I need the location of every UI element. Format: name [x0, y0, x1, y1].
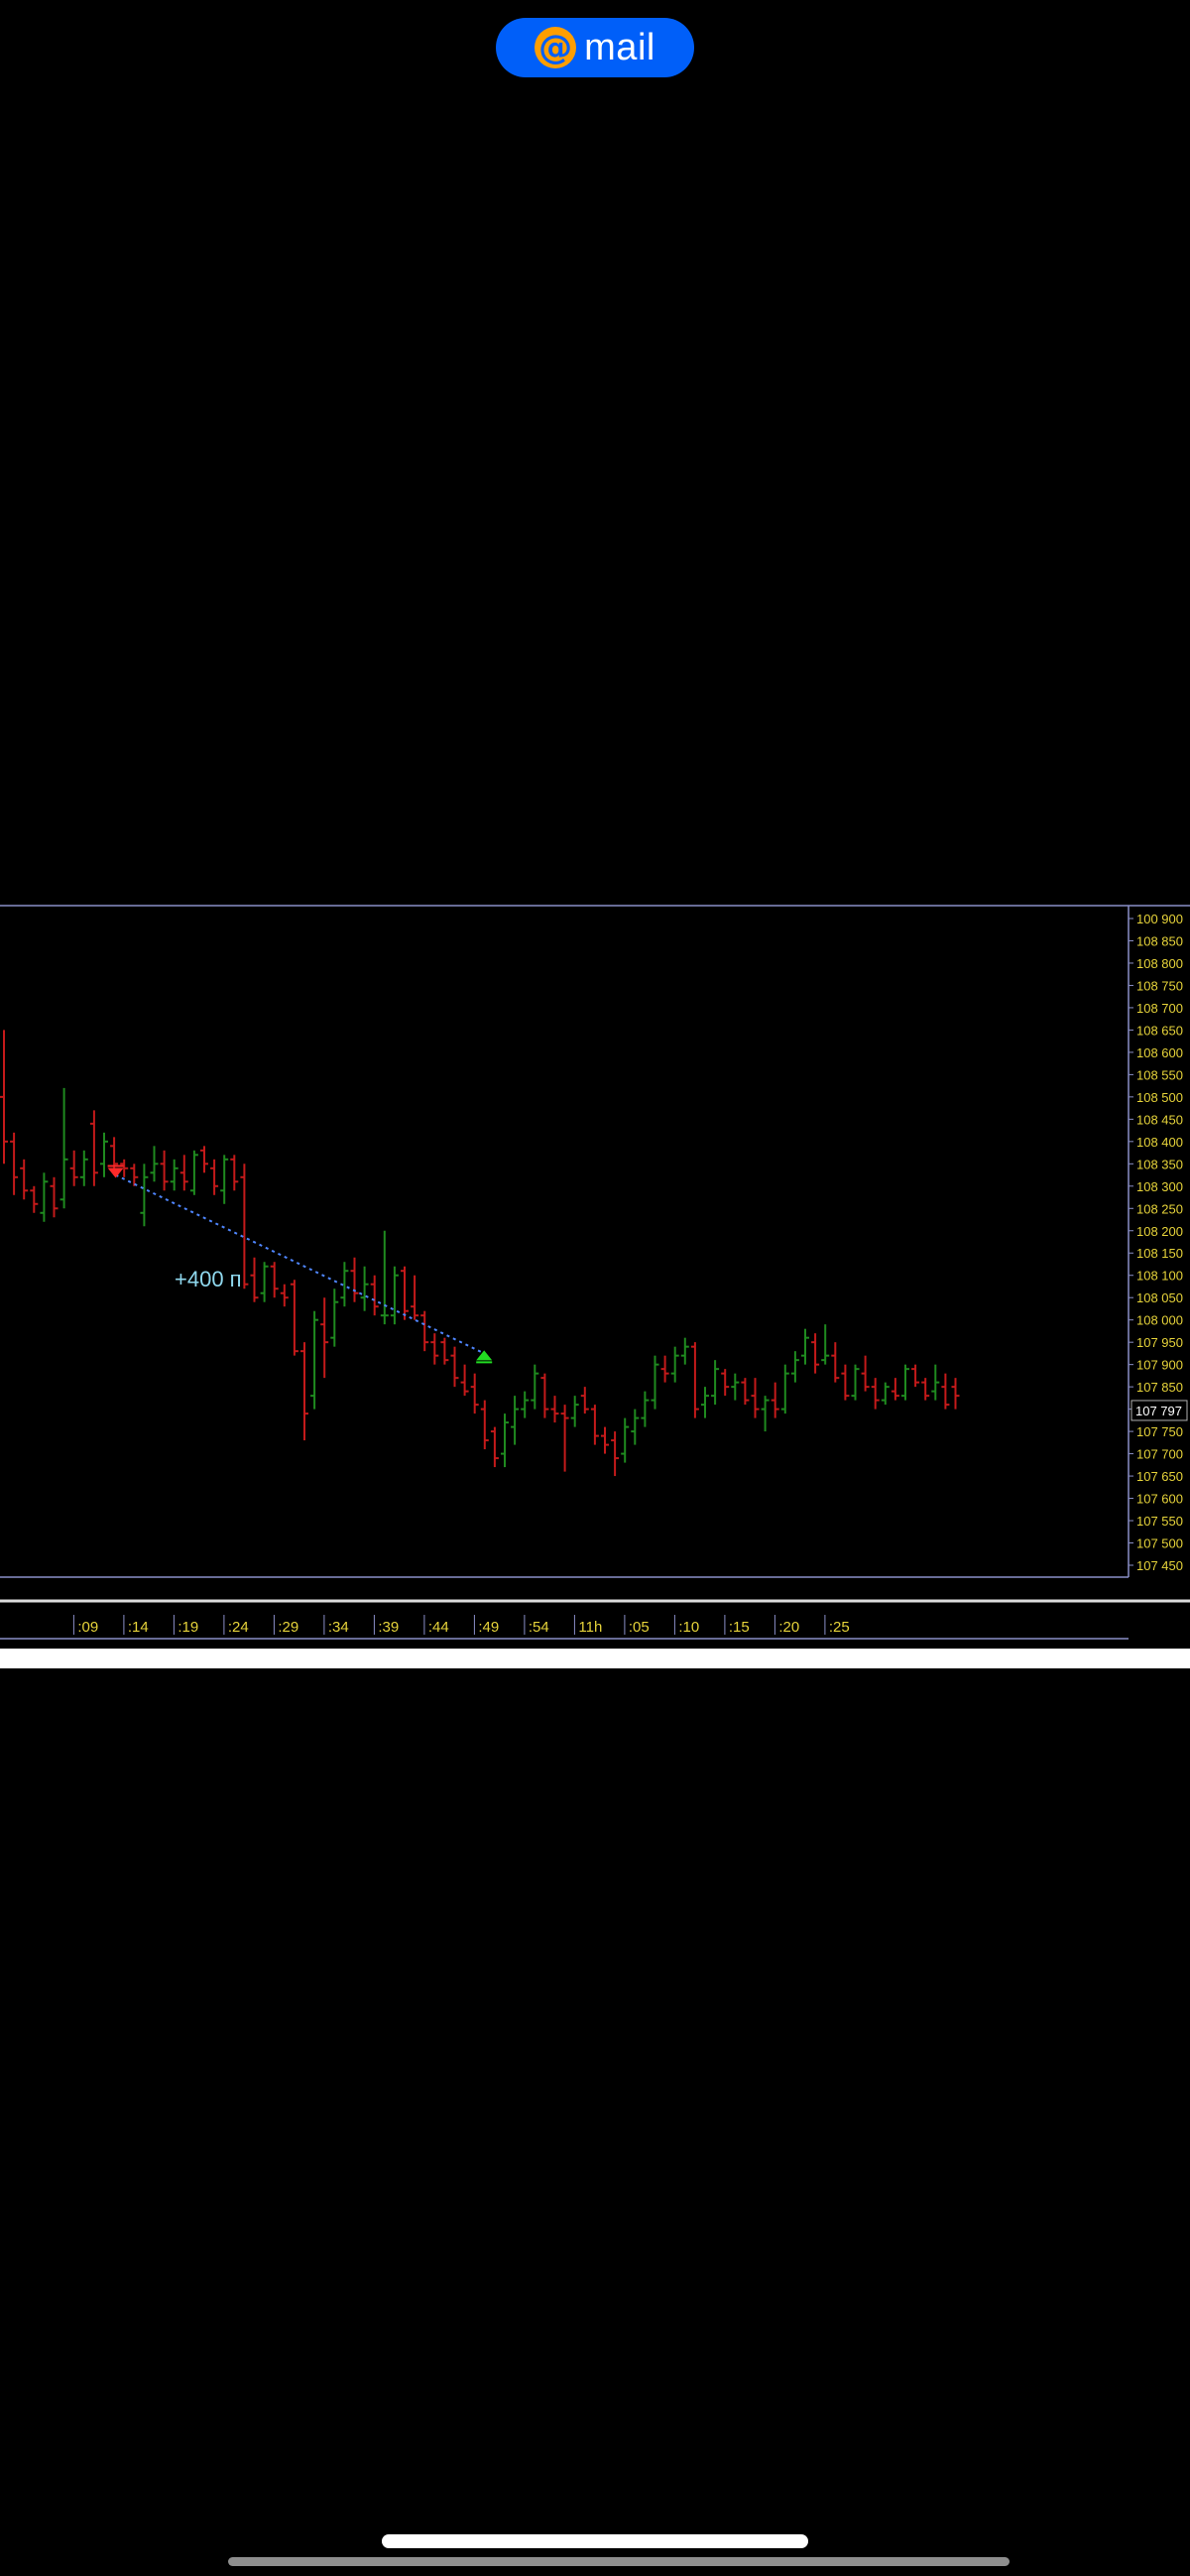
y-tick-label: 108 800 [1136, 956, 1183, 971]
x-tick-label: :09 [77, 1619, 98, 1636]
y-tick-label: 108 650 [1136, 1023, 1183, 1038]
y-tick-label: 107 850 [1136, 1380, 1183, 1395]
x-tick-label: :05 [629, 1619, 650, 1636]
x-axis: :09 :14 :19 :24 :29 :34 :39 :44 :49 :54 11h :05 :10:… [72, 1615, 850, 1636]
buy-exit-marker [476, 1350, 493, 1361]
y-tick-label: 107 700 [1136, 1447, 1183, 1462]
ohlc-bars [0, 1030, 960, 1477]
last-price-label: 107 797 [1135, 1404, 1182, 1418]
y-tick-label: 108 400 [1136, 1135, 1183, 1150]
y-tick-label: 108 750 [1136, 978, 1183, 993]
trade-profit-label: +400 п [175, 1267, 242, 1291]
y-tick-label: 108 250 [1136, 1201, 1183, 1216]
y-axis: 100 900 108 850 108 800 108 750 108 700 108 6… [1129, 912, 1188, 1573]
y-tick-label: 107 900 [1136, 1358, 1183, 1373]
y-tick-label: 107 750 [1136, 1424, 1183, 1439]
x-tick-label: :34 [328, 1619, 349, 1636]
x-tick-label: :24 [228, 1619, 249, 1636]
y-tick-label: 108 350 [1136, 1157, 1183, 1171]
y-tick-label: 108 850 [1136, 933, 1183, 948]
y-tick-label: 108 600 [1136, 1045, 1183, 1060]
mail-logo-text: mail [584, 26, 655, 68]
y-tick-label: 108 500 [1136, 1090, 1183, 1105]
y-tick-label: 108 150 [1136, 1246, 1183, 1261]
home-indicator[interactable] [382, 2534, 808, 2548]
x-tick-label: :25 [829, 1619, 850, 1636]
x-tick-label: 11h [578, 1619, 602, 1636]
y-tick-label: 107 600 [1136, 1492, 1183, 1507]
price-chart: 100 900 108 850 108 800 108 750 108 700 108 6… [0, 905, 1190, 1640]
x-tick-label: :19 [178, 1619, 198, 1636]
y-tick-label: 107 450 [1136, 1558, 1183, 1573]
sell-entry-marker [107, 1167, 124, 1178]
x-tick-label: :54 [529, 1619, 549, 1636]
y-tick-label: 107 550 [1136, 1514, 1183, 1529]
screen: @ mail 100 900 108 850 108 800 108 750 108 7… [0, 0, 1190, 2576]
y-tick-label: 108 550 [1136, 1067, 1183, 1082]
trade-trend-line [115, 1173, 485, 1355]
x-tick-label: :10 [678, 1619, 699, 1636]
chart-bottom-separator [0, 1649, 1190, 1668]
y-tick-label: 108 000 [1136, 1313, 1183, 1328]
y-tick-label: 107 650 [1136, 1469, 1183, 1484]
y-tick-label: 108 300 [1136, 1179, 1183, 1194]
y-tick-label: 108 200 [1136, 1224, 1183, 1239]
mail-app-badge[interactable]: @ mail [496, 18, 694, 77]
y-tick-label: 108 450 [1136, 1112, 1183, 1127]
y-tick-label: 108 100 [1136, 1269, 1183, 1284]
y-tick-label: 108 700 [1136, 1001, 1183, 1016]
x-tick-label: :14 [128, 1619, 149, 1636]
y-tick-label: 108 050 [1136, 1290, 1183, 1305]
trade-annotation: +400 п [107, 1165, 493, 1364]
y-tick-label: 107 950 [1136, 1335, 1183, 1350]
y-tick-label: 107 500 [1136, 1536, 1183, 1551]
x-tick-label: :20 [778, 1619, 799, 1636]
x-tick-label: :44 [428, 1619, 449, 1636]
x-tick-label: :49 [478, 1619, 499, 1636]
y-tick-label: 100 900 [1136, 912, 1183, 926]
at-sign-icon: @ [535, 27, 577, 68]
x-tick-label: :29 [278, 1619, 298, 1636]
horizontal-scrollbar[interactable] [228, 2557, 1010, 2566]
x-tick-label: :39 [378, 1619, 399, 1636]
x-tick-label: :15 [729, 1619, 750, 1636]
